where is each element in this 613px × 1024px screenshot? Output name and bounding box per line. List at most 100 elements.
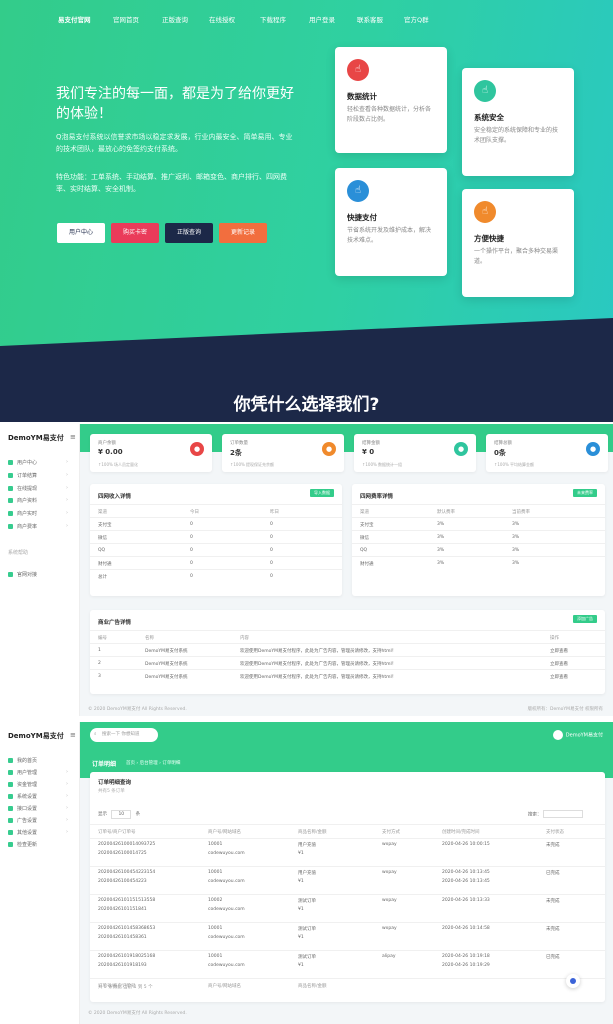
sidebar-item[interactable]: 用户中心 <box>8 459 68 466</box>
status-badge: 已完成 <box>546 955 560 960</box>
stat-label: 结算金额 <box>362 441 380 446</box>
sidebar-item[interactable]: 资金管理 <box>8 781 68 788</box>
nav-item[interactable]: 用户登录 <box>309 14 335 24</box>
buy-card-button[interactable]: 购买卡密 <box>111 223 159 243</box>
sidebar-item[interactable]: 系统帮助 <box>8 549 28 556</box>
sidebar-item[interactable]: 官网对接 <box>8 571 37 578</box>
table-cell: 1 <box>98 648 101 653</box>
add-ad-button[interactable]: 添加广告 <box>573 615 597 623</box>
column-header[interactable]: 支付状态 <box>546 829 564 835</box>
table-cell: 20200426101458361 <box>98 935 147 940</box>
sidebar-item[interactable]: 接口设置 <box>8 805 68 812</box>
menu-icon <box>8 770 13 775</box>
page-size-select[interactable]: 10 <box>111 810 132 819</box>
column-header[interactable]: 订单号/商户订单号 <box>98 829 136 835</box>
top-nav: 易支付官网 官网首页 正版查询 在线授权 下载程序 用户登录 联系客服 官方Q群 <box>0 14 613 26</box>
table-cell: DemoYM易支付系统 <box>145 662 188 667</box>
sidebar-item[interactable]: 在线提现 <box>8 485 68 492</box>
sidebar-item[interactable]: 商户实时 <box>8 510 68 517</box>
sidebar-item[interactable]: 检查更新 <box>8 841 37 848</box>
sidebar-item-label: 商户资料 <box>17 498 38 505</box>
menu-toggle-icon[interactable]: ≡ <box>70 433 76 441</box>
table-cell: 财付通 <box>360 562 374 567</box>
menu-icon <box>8 818 13 823</box>
feature-card-security: ☝ 系统安全 安全稳定的系统保障和专业的技术团队支撑。 <box>462 68 574 176</box>
stat-note: ↑100% 平均结算金额 <box>494 462 535 467</box>
nav-item[interactable]: 联系客服 <box>357 14 383 24</box>
table-cell: 支付宝 <box>360 523 374 528</box>
view-action[interactable]: 立即查看 <box>550 661 568 667</box>
import-data-button[interactable]: 导入数据 <box>310 489 334 497</box>
feature-card-convenience: ☝ 方便快捷 一个操作平台，聚合多种交易渠道。 <box>462 189 574 297</box>
breadcrumb: 首页 › 后台管理 › 订单明细 <box>126 761 181 766</box>
order-link[interactable]: 20200426101151513558 <box>98 898 155 903</box>
sidebar-item[interactable]: 订单结算 <box>8 472 68 479</box>
table-row: QQ 3% 3% <box>352 543 605 556</box>
future-rate-button[interactable]: 未来费率 <box>573 489 597 497</box>
sidebar-item[interactable]: 商户费率 <box>8 523 68 530</box>
table-cell: 2 <box>98 661 101 666</box>
view-action[interactable]: 立即查看 <box>550 674 568 680</box>
feature-desc: 安全稳定的系统保障和专业的技术团队支撑。 <box>474 127 559 144</box>
table-search: 搜索： <box>528 810 583 818</box>
table-cell: ¥1 <box>298 879 304 884</box>
brand-logo: DemoYM易支付 <box>8 434 64 442</box>
shield-icon: ☝ <box>474 80 496 102</box>
order-link[interactable]: 20200426101458368653 <box>98 926 155 931</box>
feature-desc: 轻松查看各种数据统计，分析各阶段数占比例。 <box>347 106 432 123</box>
table-cell: 10001 <box>208 842 223 847</box>
stat-value: ¥ 0 <box>362 448 375 456</box>
table-cell: 20200426100014725 <box>98 851 147 856</box>
column-header[interactable]: 支付方式 <box>382 829 400 835</box>
order-link[interactable]: 20200426100014093725 <box>98 842 155 847</box>
orders-panel-title: 订单明细查询 <box>98 780 132 786</box>
sidebar-item[interactable]: 其他设置 <box>8 829 68 836</box>
table-search-input[interactable] <box>542 810 583 818</box>
table-cell: 用户充值 <box>298 871 316 876</box>
table-row: QQ 0 0 <box>90 543 342 556</box>
nav-item[interactable]: 官方Q群 <box>404 14 429 24</box>
sidebar-item[interactable]: 广告设置 <box>8 817 68 824</box>
sidebar-item[interactable]: 我的首页 <box>8 757 37 764</box>
table-cell: ¥1 <box>298 851 304 856</box>
column-header: 内容 <box>240 636 249 641</box>
table-cell: 财付通 <box>98 562 112 567</box>
column-header[interactable]: 创建时间/完成时间 <box>442 829 480 835</box>
column-header[interactable]: 商品名称/金额 <box>298 829 327 835</box>
nav-item[interactable]: 在线授权 <box>209 14 235 24</box>
nav-item[interactable]: 官网首页 <box>113 14 139 24</box>
view-action[interactable]: 立即查看 <box>550 648 568 654</box>
table-cell: 3% <box>512 548 520 553</box>
menu-icon <box>8 782 13 787</box>
sidebar-item[interactable]: 用户管理 <box>8 769 68 776</box>
user-menu[interactable]: DemoYM易支付 <box>552 730 603 740</box>
table-row: 财付通 0 0 <box>90 556 342 569</box>
dashboard-footer-right: 版权所有：DemoYM易支付 权限所有 <box>527 707 603 712</box>
table-row: 微信 0 0 <box>90 530 342 543</box>
column-header: 名称 <box>145 636 154 641</box>
table-cell: 0 <box>190 548 193 553</box>
user-center-button[interactable]: 用户中心 <box>57 223 105 243</box>
feature-card-payment: ☝ 快捷支付 节省系统开发及维护成本，解决技术难点。 <box>335 168 447 276</box>
column-header[interactable]: 商户号/网站域名 <box>208 829 241 835</box>
nav-item[interactable]: 正版查询 <box>162 14 188 24</box>
table-row: 财付通 3% 3% <box>352 556 605 569</box>
sidebar-item[interactable]: 商户资料 <box>8 497 68 505</box>
genuine-check-button[interactable]: 正版查询 <box>165 223 213 243</box>
table-footer: 订单号/商户订单号 商户号/网站域名 商品名称/金额 <box>90 978 605 991</box>
update-log-button[interactable]: 更新记录 <box>219 223 267 243</box>
menu-toggle-icon[interactable]: ≡ <box>70 731 76 739</box>
search-input[interactable]: 搜索一下 你想知道 <box>90 728 158 742</box>
menu-icon <box>8 794 13 799</box>
table-cell: QQ <box>98 548 106 553</box>
sidebar-item[interactable]: 系统设置 <box>8 793 68 800</box>
sidebar-item-label: 检查更新 <box>17 842 38 848</box>
floating-help-button[interactable] <box>566 974 580 988</box>
table-cell: 3% <box>512 535 520 540</box>
table-cell: DemoYM易支付系统 <box>145 675 188 680</box>
order-link[interactable]: 20200426101918025168 <box>98 954 155 959</box>
order-link[interactable]: 20200426100454223154 <box>98 870 155 875</box>
nav-item[interactable]: 下载程序 <box>260 14 286 24</box>
nav-item[interactable]: 易支付官网 <box>58 14 91 24</box>
column-header: 默认费率 <box>437 510 455 515</box>
